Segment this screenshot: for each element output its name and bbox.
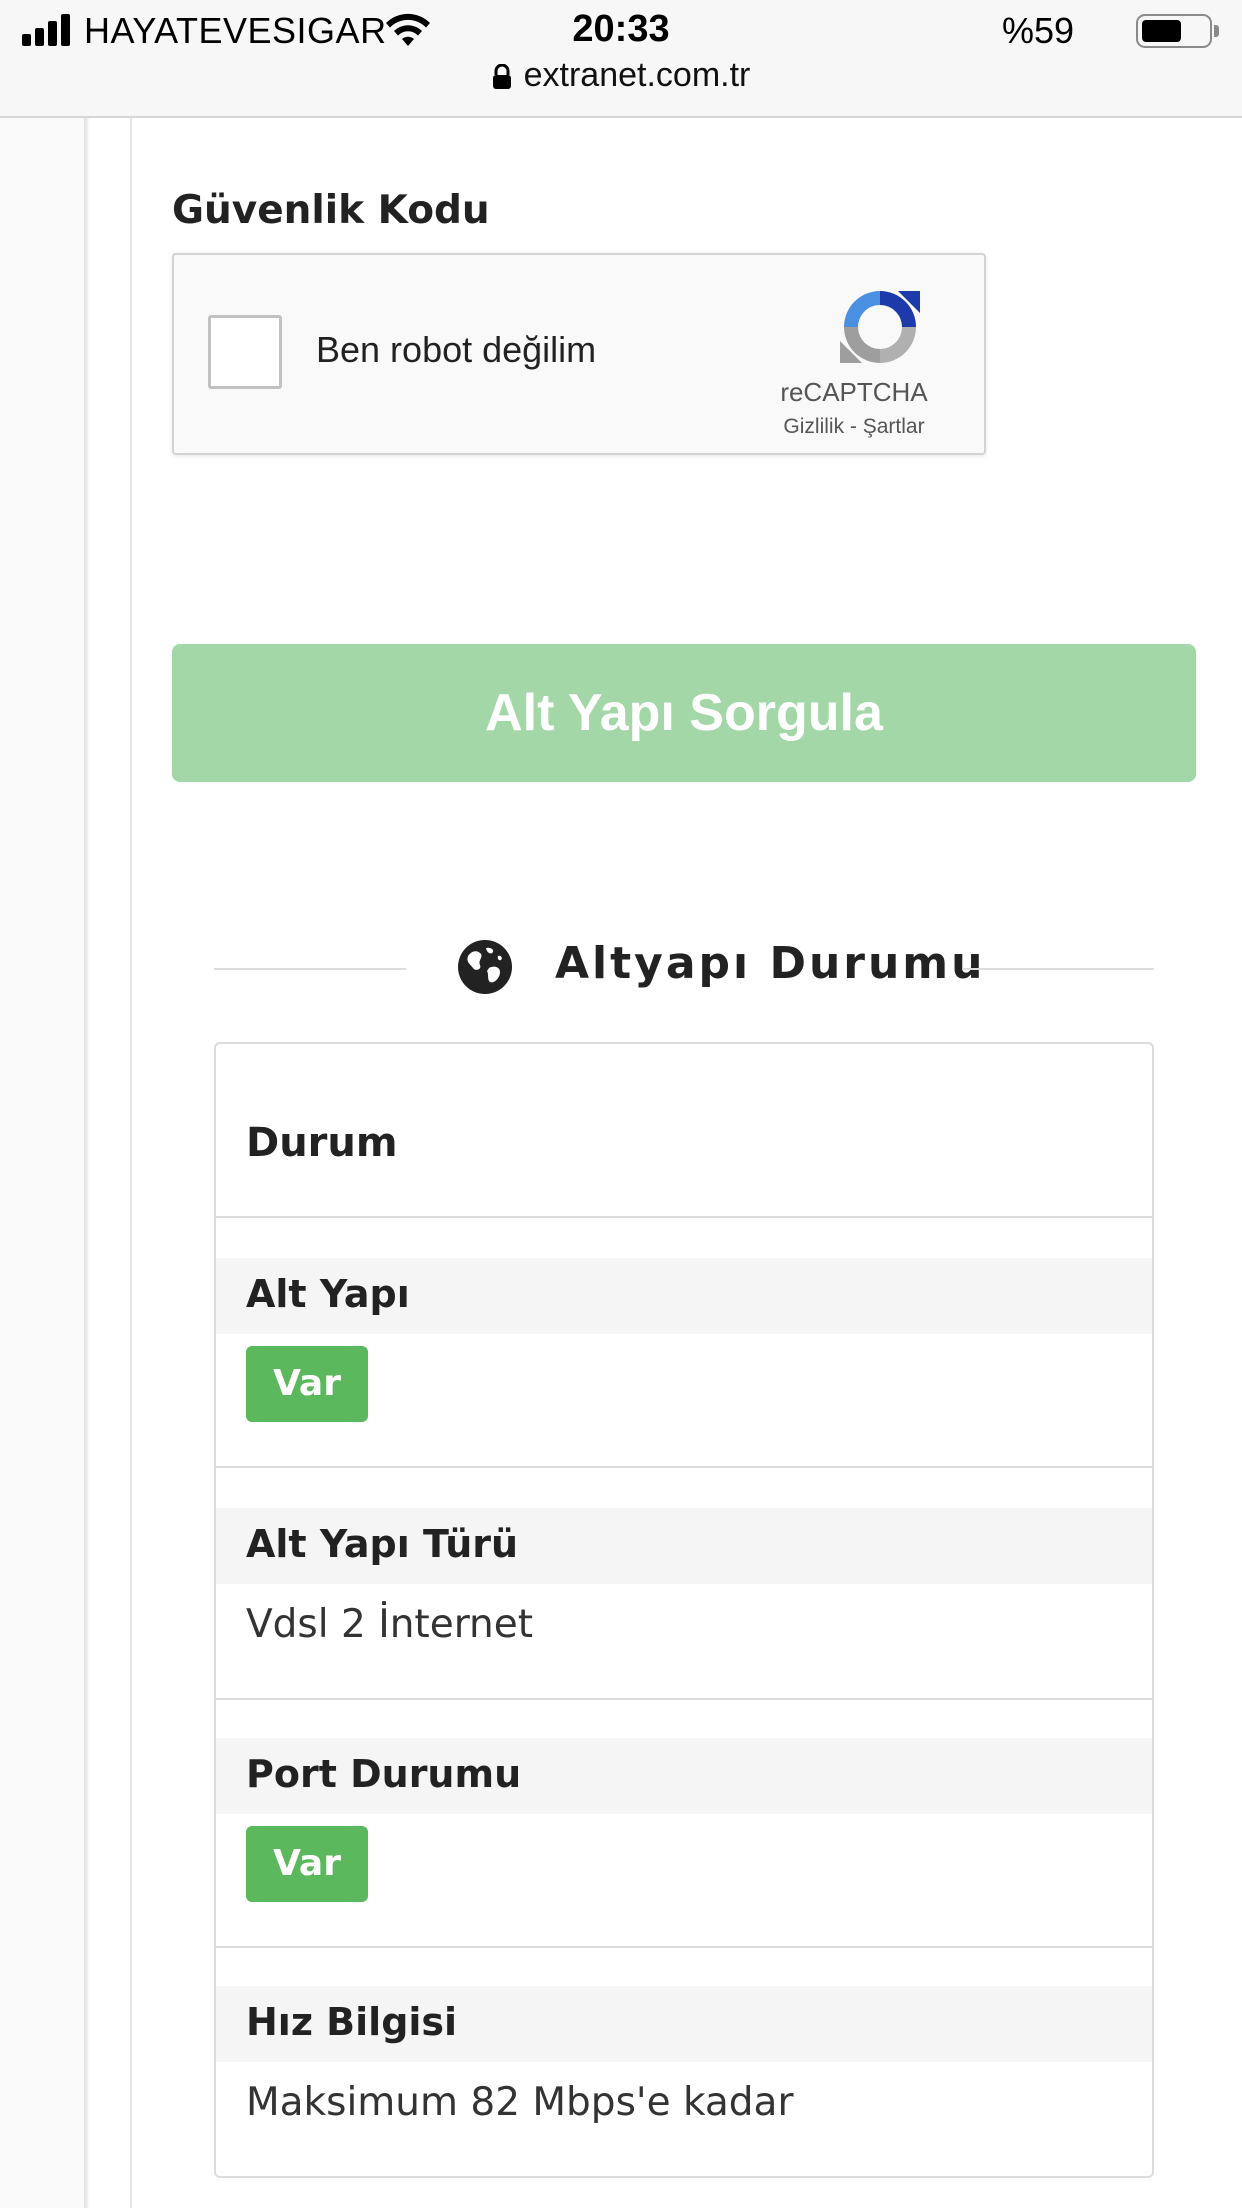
url-text: extranet.com.tr [523, 56, 751, 94]
row-divider [216, 1466, 1152, 1468]
status-row-port: Port Durumu Var [216, 1738, 1152, 1918]
battery-percentage: %59 [1001, 10, 1074, 51]
query-infrastructure-button[interactable]: Alt Yapı Sorgula [172, 644, 1196, 782]
status-card-header: Durum [216, 1044, 1152, 1218]
row-label: Port Durumu [246, 1752, 522, 1796]
globe-icon [458, 940, 512, 994]
row-divider [216, 1946, 1152, 1948]
recaptcha-privacy-terms-links[interactable]: Gizlilik - Şartlar [734, 415, 974, 439]
recaptcha-brand: reCAPTCHA [780, 377, 928, 407]
row-label: Alt Yapı [246, 1272, 410, 1316]
row-label: Alt Yapı Türü [246, 1522, 519, 1566]
status-card-title: Durum [246, 1120, 398, 1166]
status-card: Durum Alt Yapı Var Alt Yapı Türü Vdsl 2 … [214, 1042, 1154, 2178]
row-value: Vdsl 2 İnternet [246, 1602, 534, 1647]
status-row-speed: Hız Bilgisi Maksimum 82 Mbps'e kadar [216, 1986, 1152, 2146]
recaptcha-widget: Ben robot değilim reCAPTCHA Gizlilik - Ş… [172, 253, 986, 455]
battery-icon [1136, 14, 1219, 48]
status-row-infrastructure: Alt Yapı Var [216, 1258, 1152, 1438]
status-bar: HAYATEVESIGAR 20:33 %59 extranet.com.tr [0, 0, 1242, 118]
section-title: Altyapı Durumu [555, 938, 986, 989]
panel-shadow [84, 118, 90, 2208]
lock-icon [492, 64, 511, 89]
address-bar[interactable]: extranet.com.tr [0, 56, 1242, 95]
side-panel [0, 118, 88, 2208]
content-border [130, 118, 132, 2208]
section-divider-right [962, 968, 1154, 970]
row-value: Maksimum 82 Mbps'e kadar [246, 2080, 794, 2125]
status-badge: Var [246, 1826, 368, 1902]
recaptcha-logo-icon [840, 291, 920, 363]
status-row-infrastructure-type: Alt Yapı Türü Vdsl 2 İnternet [216, 1508, 1152, 1668]
row-label: Hız Bilgisi [246, 2000, 458, 2044]
recaptcha-checkbox[interactable] [208, 315, 282, 389]
section-divider-left [214, 968, 406, 970]
security-code-label: Güvenlik Kodu [172, 188, 490, 233]
row-divider [216, 1698, 1152, 1700]
status-badge: Var [246, 1346, 368, 1422]
recaptcha-checkbox-label: Ben robot değilim [316, 329, 597, 370]
